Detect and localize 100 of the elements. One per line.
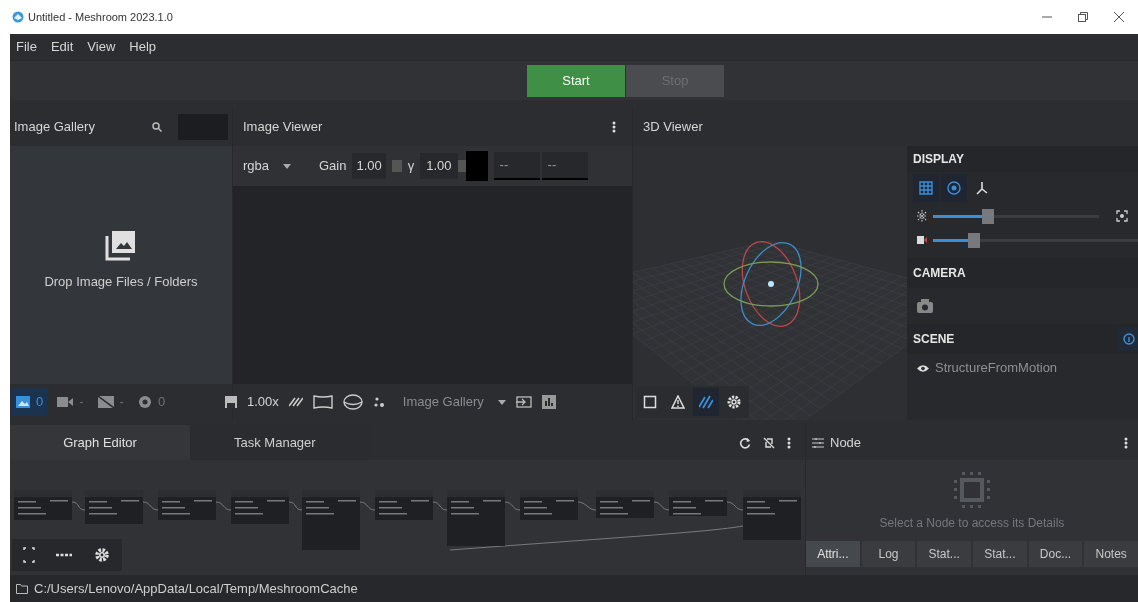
- source-dropdown[interactable]: Image Gallery: [402, 392, 506, 412]
- points-size-icon: [917, 210, 927, 222]
- filter-button[interactable]: 0: [12, 388, 48, 416]
- graph-node[interactable]: [158, 490, 216, 520]
- info-icon[interactable]: [1118, 327, 1138, 351]
- gain-field[interactable]: 1.00: [352, 153, 386, 179]
- color-swatch: [465, 151, 488, 181]
- zoom-label: 1.00x: [247, 393, 279, 412]
- camera-icon[interactable]: [917, 299, 933, 313]
- panel-title: Image Gallery: [14, 118, 95, 137]
- graph-node[interactable]: [596, 490, 654, 518]
- menu-item[interactable]: Help: [127, 37, 159, 57]
- graph-node[interactable]: [302, 490, 360, 550]
- chip-icon: [952, 469, 992, 510]
- gamma-label: γ: [407, 157, 415, 176]
- refresh-icon[interactable]: [739, 436, 751, 449]
- gamma-field[interactable]: 1.00: [420, 153, 458, 179]
- more-icon[interactable]: [1124, 436, 1128, 449]
- toggle-button[interactable]: [913, 174, 939, 202]
- eye-icon: [917, 363, 929, 373]
- graph-node[interactable]: [85, 490, 143, 524]
- app-logo-icon: [12, 11, 24, 23]
- menu-item[interactable]: File: [14, 37, 39, 57]
- node-link: [359, 501, 376, 511]
- node-link: [504, 501, 521, 511]
- filter-count: -: [119, 393, 124, 412]
- slider-thumb[interactable]: [981, 208, 994, 224]
- panel-title: Image Viewer: [243, 118, 323, 137]
- image-icon: [16, 396, 30, 408]
- toggle-button[interactable]: [941, 174, 967, 202]
- tab[interactable]: Notes: [1084, 541, 1138, 567]
- empty-hint: Select a Node to access its Details: [879, 514, 1065, 532]
- square-icon: [643, 395, 657, 409]
- points-icon[interactable]: [372, 396, 385, 408]
- focus-icon[interactable]: [1116, 210, 1128, 222]
- value-field[interactable]: --: [541, 152, 588, 180]
- slider-track[interactable]: [933, 208, 1099, 224]
- toggle-button[interactable]: [693, 388, 719, 416]
- crossed-image-icon: [97, 396, 114, 408]
- slider-track[interactable]: [933, 232, 1138, 248]
- run-button[interactable]: Start: [527, 64, 625, 97]
- frame-icon[interactable]: [312, 395, 333, 409]
- image-stack-icon: [104, 228, 138, 263]
- node-link: [577, 501, 597, 511]
- tab[interactable]: Log: [861, 541, 916, 567]
- unlink-icon[interactable]: [763, 436, 775, 449]
- scene-item-label[interactable]: StructureFromMotion: [935, 358, 1058, 378]
- hatch-icon: [699, 395, 713, 409]
- drop-hint: Drop Image Files / Folders: [44, 273, 198, 292]
- node-link: [142, 501, 159, 511]
- node-link: [726, 501, 744, 511]
- tab[interactable]: Stat...: [917, 541, 971, 567]
- node-link: [215, 501, 232, 511]
- tab[interactable]: Stat...: [973, 541, 1027, 567]
- aperture-icon: [137, 395, 152, 409]
- axes-icon: [975, 181, 989, 195]
- save-icon[interactable]: [225, 396, 237, 408]
- cache-path: C:/Users/Lenovo/AppData/Local/Temp/MeshroomCache: [34, 579, 358, 598]
- histogram-icon[interactable]: [541, 395, 556, 409]
- restore-icon[interactable]: [1078, 12, 1088, 22]
- gear-icon: [727, 395, 741, 409]
- video-camera-icon: [57, 397, 74, 407]
- video-camera-icon: [917, 234, 927, 246]
- more-icon[interactable]: [612, 121, 616, 133]
- hatch-icon[interactable]: [288, 396, 303, 408]
- section-title: CAMERA: [913, 265, 966, 282]
- visibility-toggle[interactable]: [917, 363, 929, 373]
- grid-icon: [919, 181, 933, 195]
- filter-count: -: [79, 393, 84, 412]
- graph-node[interactable]: [231, 490, 289, 524]
- tab[interactable]: Doc...: [1028, 541, 1083, 567]
- node-link: [432, 501, 448, 511]
- graph-node[interactable]: [375, 490, 433, 520]
- slider-thumb[interactable]: [968, 232, 980, 248]
- sphere-icon[interactable]: [342, 394, 363, 410]
- input-icon[interactable]: [515, 396, 532, 408]
- warning-icon: [671, 395, 685, 409]
- menu-item[interactable]: Edit: [48, 37, 76, 57]
- graph-node[interactable]: [669, 490, 727, 516]
- tab[interactable]: Attri...: [806, 541, 860, 567]
- graph-node[interactable]: [14, 490, 72, 520]
- caret-icon: [283, 163, 292, 169]
- window-title: Untitled - Meshroom 2023.1.0: [28, 9, 173, 25]
- search-icon[interactable]: [152, 122, 162, 132]
- section-title: SCENE: [913, 331, 955, 348]
- menu-item[interactable]: View: [85, 37, 118, 57]
- value-field[interactable]: --: [493, 152, 540, 180]
- node-link: [288, 501, 303, 511]
- channel-dropdown[interactable]: rgba: [243, 156, 313, 176]
- panel-title: Node: [830, 433, 862, 452]
- section-title: DISPLAY: [913, 151, 964, 168]
- more-icon[interactable]: [787, 436, 791, 449]
- node-link: [71, 501, 86, 511]
- graph-node[interactable]: [447, 490, 505, 546]
- close-icon[interactable]: [1114, 12, 1124, 22]
- tab[interactable]: Graph Editor: [10, 425, 190, 460]
- graph-node[interactable]: [520, 490, 578, 520]
- folder-icon: [16, 583, 28, 594]
- filter-count: 0: [36, 393, 44, 412]
- graph-node[interactable]: [743, 490, 801, 540]
